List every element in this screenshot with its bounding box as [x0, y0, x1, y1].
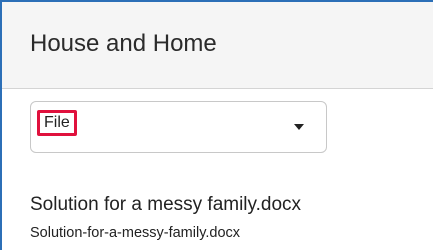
- panel-header: House and Home: [2, 2, 433, 89]
- page-title: House and Home: [30, 30, 217, 57]
- document-title-link[interactable]: Solution for a messy family.docx: [30, 194, 301, 216]
- type-select[interactable]: File: [30, 101, 327, 153]
- document-filename: Solution-for-a-messy-family.docx: [30, 225, 241, 241]
- select-selected-value: File: [37, 110, 77, 136]
- panel-frame: House and Home File Solution for a messy…: [0, 0, 433, 250]
- chevron-down-icon[interactable]: [294, 124, 304, 130]
